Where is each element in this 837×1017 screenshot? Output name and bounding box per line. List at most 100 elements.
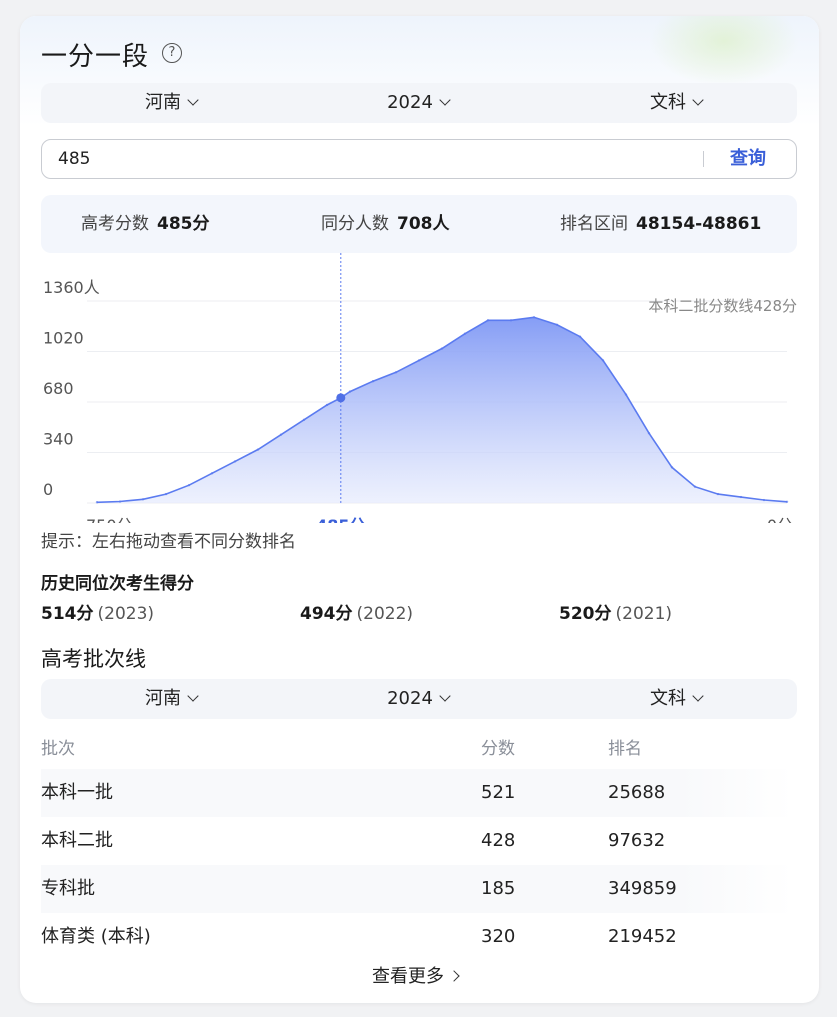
view-more-link[interactable]: 查看更多 — [372, 962, 460, 988]
view-more-label: 查看更多 — [372, 966, 444, 987]
data-point — [279, 433, 283, 436]
table-row: 体育类 (本科) 320 219452 — [41, 913, 793, 961]
batch-rank: 97632 — [608, 830, 666, 851]
batch-rank: 219452 — [608, 926, 677, 947]
data-point — [693, 485, 697, 488]
stat-rank-range-label: 排名区间 — [560, 214, 628, 234]
history-item: 520分 (2021) — [559, 599, 672, 624]
x-axis-left-label: 750分 — [86, 516, 133, 523]
y-tick-label: 680 — [43, 379, 74, 398]
batch-name: 体育类 (本科) — [41, 926, 151, 947]
y-tick-label: 1020 — [43, 329, 84, 348]
stat-same-count-value: 708人 — [397, 214, 450, 234]
batch-score: 185 — [481, 878, 516, 899]
data-point — [739, 495, 743, 499]
data-point — [716, 492, 720, 496]
chevron-down-icon — [692, 690, 704, 702]
subject-label: 文科 — [650, 688, 686, 709]
data-point — [463, 332, 467, 335]
data-point — [486, 319, 490, 322]
y-tick-label: 1360人 — [43, 278, 100, 297]
data-point — [555, 323, 559, 326]
batch-subject-dropdown[interactable]: 文科 — [616, 679, 736, 719]
data-point — [95, 501, 99, 504]
page-title: 一分一段 — [41, 42, 150, 72]
y-tick-label: 0 — [43, 480, 53, 499]
batch-name: 本科二批 — [41, 830, 113, 851]
year-label: 2024 — [387, 688, 433, 709]
data-point — [670, 466, 674, 469]
data-point — [325, 403, 329, 407]
stat-rank-range: 排名区间 48154-48861 — [560, 195, 761, 253]
batch-score: 521 — [481, 782, 516, 803]
history-score: 520分 — [559, 604, 612, 624]
batch-province-dropdown[interactable]: 河南 — [111, 679, 231, 719]
year-label: 2024 — [387, 92, 433, 113]
province-dropdown[interactable]: 河南 — [111, 83, 231, 123]
history-year: (2022) — [356, 604, 414, 624]
batch-section-title: 高考批次线 — [41, 647, 146, 671]
batch-name: 本科一批 — [41, 782, 113, 803]
data-point — [532, 316, 536, 319]
data-point — [624, 393, 628, 396]
history-year: (2023) — [97, 604, 155, 624]
table-row: 本科二批 428 97632 — [41, 817, 793, 865]
x-axis-right-label: 0分 — [767, 516, 793, 523]
data-point — [141, 498, 145, 501]
data-point — [394, 371, 398, 374]
batch-name: 专科批 — [41, 878, 95, 899]
drag-hint: 提示：左右拖动查看不同分数排名 — [41, 532, 296, 552]
data-point — [509, 319, 513, 322]
data-point — [210, 472, 214, 475]
column-header-score: 分数 — [481, 739, 515, 759]
score-search-box: 查询 — [41, 139, 797, 179]
search-button[interactable]: 查询 — [730, 140, 766, 178]
chevron-down-icon — [187, 94, 199, 106]
score-input[interactable] — [58, 140, 658, 178]
stat-same-count: 同分人数 708人 — [321, 195, 450, 253]
year-dropdown[interactable]: 2024 — [358, 83, 478, 123]
column-header-batch: 批次 — [41, 739, 75, 759]
filter-bar: 河南 2024 文科 — [41, 83, 797, 123]
chevron-down-icon — [692, 94, 704, 106]
search-divider — [703, 151, 704, 167]
data-point — [601, 359, 605, 362]
history-title: 历史同位次考生得分 — [41, 574, 194, 594]
marker-score-label: 485分 — [316, 516, 365, 523]
history-item: 494分 (2022) — [300, 599, 413, 624]
data-point — [187, 483, 191, 487]
batch-year-dropdown[interactable]: 2024 — [358, 679, 478, 719]
batch-filter-bar: 河南 2024 文科 — [41, 679, 797, 719]
data-point — [233, 460, 237, 463]
history-score: 514分 — [41, 604, 94, 624]
batch-rank: 349859 — [608, 878, 677, 899]
chevron-down-icon — [439, 690, 451, 702]
province-label: 河南 — [145, 688, 181, 709]
score-marker-dot[interactable] — [336, 393, 346, 403]
data-point — [440, 347, 444, 350]
subject-label: 文科 — [650, 92, 686, 113]
data-point — [762, 498, 766, 502]
data-point — [256, 448, 260, 451]
distribution-chart-svg[interactable]: 1360人 1020 680 340 0 本科二批分数线428分 750分 0分 485分 — [20, 253, 819, 535]
chevron-down-icon — [187, 690, 199, 702]
stat-rank-range-value: 48154-48861 — [636, 214, 762, 234]
table-row: 专科批 185 349859 — [41, 865, 793, 913]
data-point — [647, 431, 651, 435]
history-year: (2021) — [615, 604, 673, 624]
table-row: 本科一批 521 25688 — [41, 769, 793, 817]
stats-panel: 高考分数 485分 同分人数 708人 排名区间 48154-48861 — [41, 195, 797, 253]
chevron-down-icon — [439, 94, 451, 106]
stat-same-count-label: 同分人数 — [321, 214, 389, 234]
province-label: 河南 — [145, 92, 181, 113]
subject-dropdown[interactable]: 文科 — [616, 83, 736, 123]
chevron-right-icon — [448, 970, 460, 982]
help-icon[interactable]: ? — [162, 43, 182, 63]
distribution-area — [97, 317, 787, 503]
history-item: 514分 (2023) — [41, 599, 154, 624]
distribution-chart[interactable]: 1360人 1020 680 340 0 本科二批分数线428分 750分 0分 485分 — [20, 253, 819, 535]
data-point — [348, 390, 352, 393]
batch-line-annotation: 本科二批分数线428分 — [648, 297, 797, 315]
data-point — [371, 380, 375, 383]
history-score: 494分 — [300, 604, 353, 624]
